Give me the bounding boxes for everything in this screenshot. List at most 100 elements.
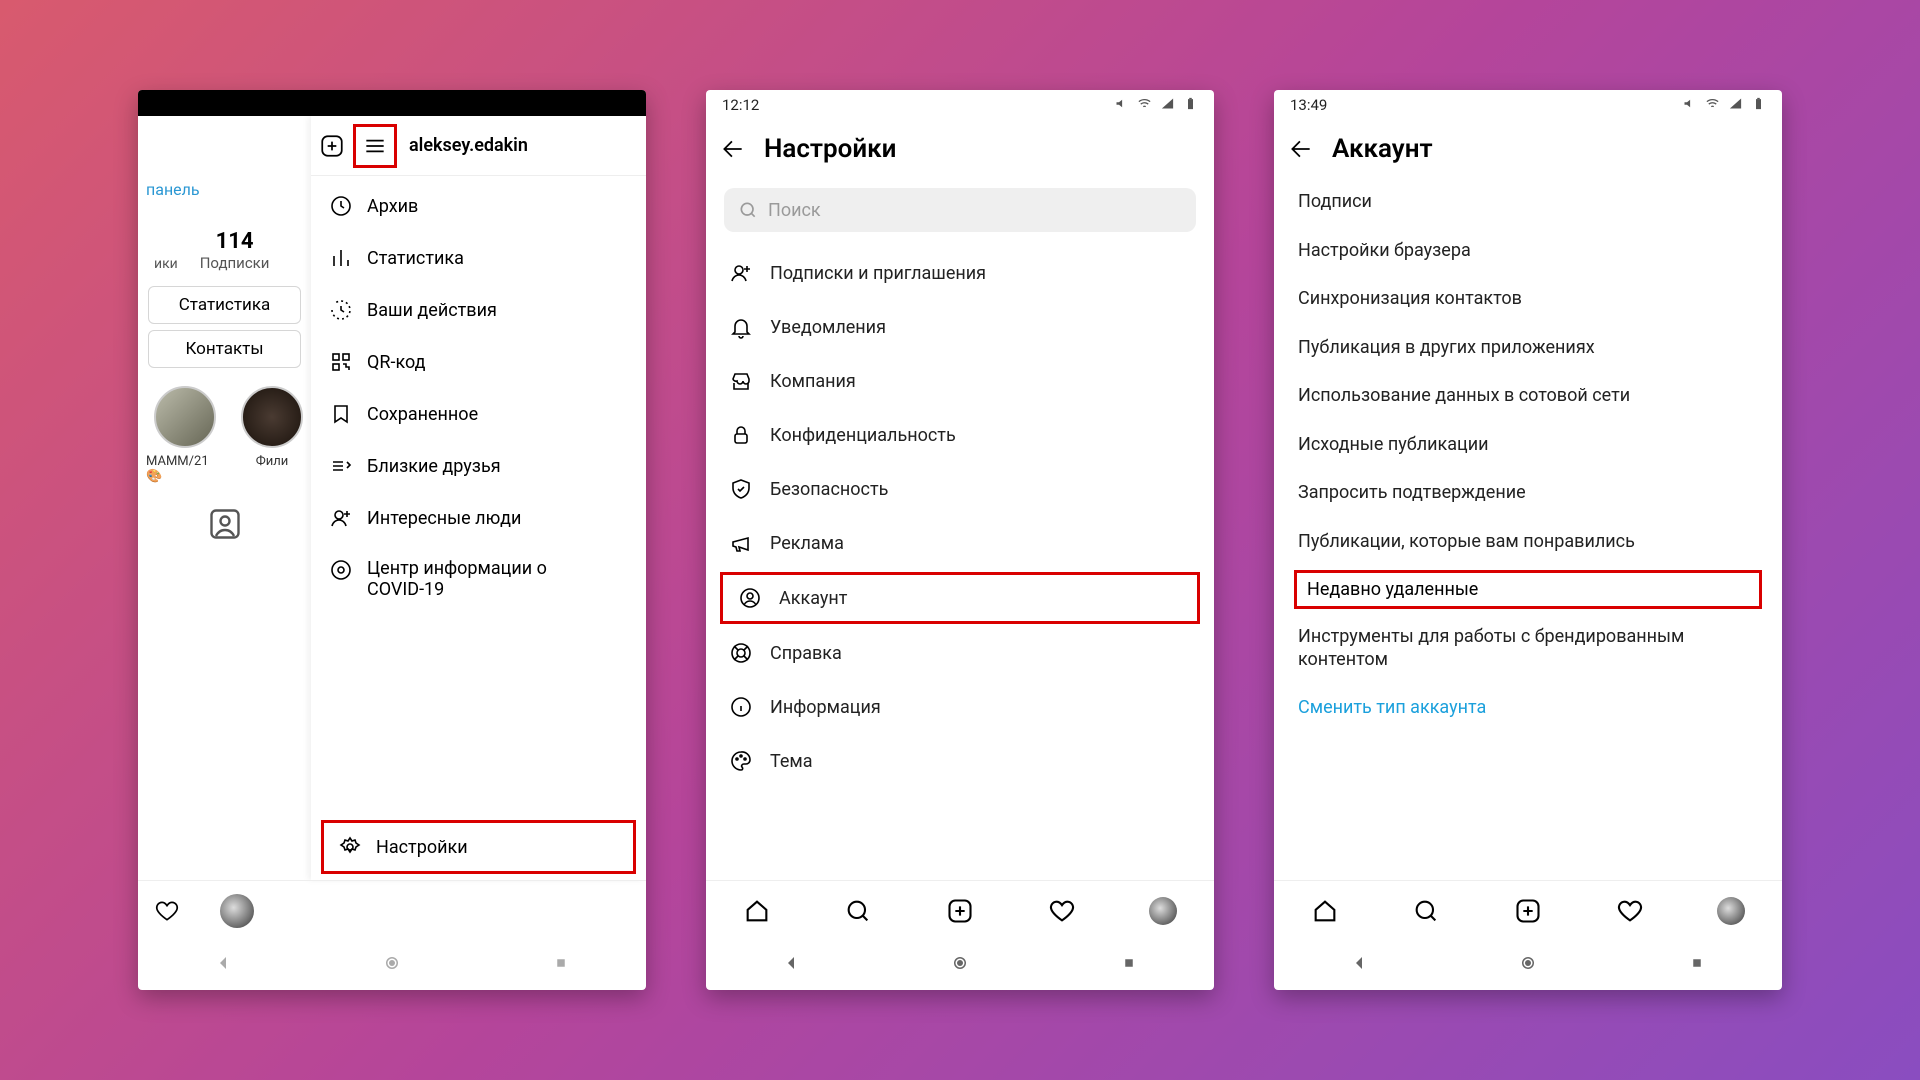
acct-item-original-posts[interactable]: Исходные публикации bbox=[1282, 421, 1774, 470]
acct-item-recently-deleted-highlight[interactable]: Недавно удаленные bbox=[1294, 570, 1762, 609]
story-item[interactable]: Фили bbox=[241, 386, 303, 484]
item-label: Информация bbox=[770, 697, 881, 718]
subscriptions-count: 114 bbox=[200, 229, 270, 254]
wifi-icon bbox=[1705, 96, 1720, 115]
nav-back-icon[interactable] bbox=[782, 954, 800, 976]
menu-item-qr[interactable]: QR-код bbox=[311, 336, 646, 388]
acct-item-liked-posts[interactable]: Публикации, которые вам понравились bbox=[1282, 518, 1774, 567]
nav-recent-icon[interactable] bbox=[552, 954, 570, 976]
back-arrow-icon[interactable] bbox=[1288, 136, 1314, 162]
acct-item-browser[interactable]: Настройки браузера bbox=[1282, 227, 1774, 276]
settings-header: Настройки bbox=[706, 120, 1214, 178]
heart-icon[interactable] bbox=[154, 898, 180, 924]
profile-side-menu: aleksey.edakin Архив Статистика Ваши дей… bbox=[311, 116, 646, 880]
avatar[interactable] bbox=[1717, 897, 1745, 925]
menu-item-discover-people[interactable]: Интересные люди bbox=[311, 492, 646, 544]
menu-label: Архив bbox=[367, 196, 418, 217]
item-label: Уведомления bbox=[770, 317, 886, 338]
item-label: Компания bbox=[770, 371, 856, 392]
search-input[interactable]: Поиск bbox=[724, 188, 1196, 232]
home-icon[interactable] bbox=[743, 897, 771, 925]
person-add-icon bbox=[728, 260, 754, 286]
acct-item-branded-content[interactable]: Инструменты для работы с брендированным … bbox=[1282, 613, 1774, 684]
item-label: Аккаунт bbox=[779, 588, 847, 609]
menu-item-saved[interactable]: Сохраненное bbox=[311, 388, 646, 440]
story-label: Фили bbox=[256, 454, 289, 469]
search-icon[interactable] bbox=[1412, 897, 1440, 925]
item-label: Безопасность bbox=[770, 479, 888, 500]
signal-icon bbox=[1728, 96, 1743, 115]
nav-home-icon[interactable] bbox=[383, 954, 401, 976]
account-icon bbox=[737, 585, 763, 611]
menu-item-stats[interactable]: Статистика bbox=[311, 232, 646, 284]
status-time: 12:12 bbox=[722, 96, 1114, 114]
home-icon[interactable] bbox=[1311, 897, 1339, 925]
menu-item-close-friends[interactable]: Близкие друзья bbox=[311, 440, 646, 492]
acct-item-captions[interactable]: Подписи bbox=[1282, 178, 1774, 227]
item-info[interactable]: Информация bbox=[714, 680, 1206, 734]
android-nav-bar bbox=[138, 940, 646, 990]
new-post-nav-icon[interactable] bbox=[946, 897, 974, 925]
status-bar: 13:49 bbox=[1274, 90, 1782, 120]
bottom-nav bbox=[1274, 880, 1782, 940]
nav-home-icon[interactable] bbox=[951, 954, 969, 976]
acct-item-share-other-apps[interactable]: Публикация в других приложениях bbox=[1282, 324, 1774, 373]
palette-icon bbox=[728, 748, 754, 774]
item-security[interactable]: Безопасность bbox=[714, 462, 1206, 516]
item-label: Подписки и приглашения bbox=[770, 263, 986, 284]
menu-item-covid[interactable]: Центр информации о COVID-19 bbox=[311, 544, 646, 614]
nav-back-icon[interactable] bbox=[214, 954, 232, 976]
partial-bottom-icons bbox=[138, 880, 646, 940]
acct-item-contacts-sync[interactable]: Синхронизация контактов bbox=[1282, 275, 1774, 324]
item-notifications[interactable]: Уведомления bbox=[714, 300, 1206, 354]
lifebuoy-icon bbox=[728, 640, 754, 666]
item-account-highlight[interactable]: Аккаунт bbox=[720, 572, 1200, 624]
new-post-icon[interactable] bbox=[319, 133, 345, 159]
menu-label: Ваши действия bbox=[367, 300, 497, 321]
nav-recent-icon[interactable] bbox=[1688, 954, 1706, 976]
panel-tab[interactable]: панель bbox=[138, 176, 311, 203]
hamburger-menu-highlight[interactable] bbox=[353, 124, 397, 168]
item-privacy[interactable]: Конфиденциальность bbox=[714, 408, 1206, 462]
story-highlights: MAMM/21 🎨 Фили bbox=[138, 368, 311, 488]
avatar[interactable] bbox=[1149, 897, 1177, 925]
contacts-button[interactable]: Контакты bbox=[148, 330, 301, 368]
item-follow-invite[interactable]: Подписки и приглашения bbox=[714, 246, 1206, 300]
tagged-tab-icon[interactable] bbox=[207, 506, 243, 542]
heart-icon[interactable] bbox=[1616, 897, 1644, 925]
menu-item-activity[interactable]: Ваши действия bbox=[311, 284, 646, 336]
wifi-icon bbox=[1137, 96, 1152, 115]
back-arrow-icon[interactable] bbox=[720, 136, 746, 162]
statistics-button[interactable]: Статистика bbox=[148, 286, 301, 324]
vol-icon bbox=[1114, 96, 1129, 115]
item-company[interactable]: Компания bbox=[714, 354, 1206, 408]
avatar[interactable] bbox=[220, 894, 254, 928]
menu-label: QR-код bbox=[367, 352, 426, 373]
account-header: Аккаунт bbox=[1274, 120, 1782, 178]
item-theme[interactable]: Тема bbox=[714, 734, 1206, 788]
heart-icon[interactable] bbox=[1048, 897, 1076, 925]
status-time: 13:49 bbox=[1290, 96, 1682, 114]
acct-item-request-verification[interactable]: Запросить подтверждение bbox=[1282, 469, 1774, 518]
menu-label: Интересные люди bbox=[367, 508, 521, 529]
nav-home-icon[interactable] bbox=[1519, 954, 1537, 976]
settings-button-highlight[interactable]: Настройки bbox=[321, 820, 636, 874]
menu-item-archive[interactable]: Архив bbox=[311, 180, 646, 232]
username-label: aleksey.edakin bbox=[409, 135, 528, 156]
acct-item-switch-type[interactable]: Сменить тип аккаунта bbox=[1282, 684, 1774, 733]
new-post-nav-icon[interactable] bbox=[1514, 897, 1542, 925]
screen-settings: 12:12 Настройки Поиск Подписки и приглаш… bbox=[706, 90, 1214, 990]
item-help[interactable]: Справка bbox=[714, 626, 1206, 680]
item-ads[interactable]: Реклама bbox=[714, 516, 1206, 570]
menu-label: Статистика bbox=[367, 248, 464, 269]
search-icon[interactable] bbox=[844, 897, 872, 925]
nav-recent-icon[interactable] bbox=[1120, 954, 1138, 976]
story-item[interactable]: MAMM/21 🎨 bbox=[146, 386, 223, 484]
shield-icon bbox=[728, 476, 754, 502]
android-nav-bar bbox=[1274, 940, 1782, 990]
page-title: Настройки bbox=[764, 134, 896, 164]
acct-item-data-usage[interactable]: Использование данных в сотовой сети bbox=[1282, 372, 1774, 421]
hamburger-icon[interactable] bbox=[362, 133, 388, 159]
nav-back-icon[interactable] bbox=[1350, 954, 1368, 976]
subscriptions-label[interactable]: Подписки bbox=[200, 254, 270, 272]
